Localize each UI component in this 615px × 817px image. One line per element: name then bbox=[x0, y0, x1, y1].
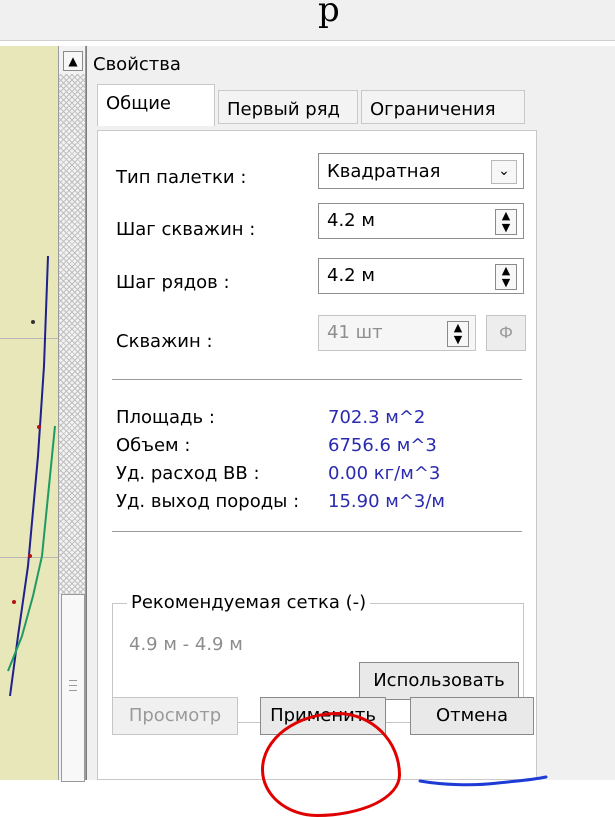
tab-content: Тип палетки : Квадратная ⌄ Шаг скважин :… bbox=[97, 130, 548, 817]
preview-button: Просмотр bbox=[112, 697, 238, 735]
top-text: р bbox=[318, 0, 340, 30]
map-marker bbox=[37, 425, 41, 429]
map-marker bbox=[28, 554, 32, 558]
tab-first-row[interactable]: Первый ряд bbox=[218, 90, 358, 124]
map-view[interactable] bbox=[0, 46, 59, 780]
map-point bbox=[31, 320, 35, 324]
properties-panel: Свойства Общие Первый ряд Ограничения Ти… bbox=[86, 46, 615, 817]
explosive-consumption-label: Уд. расход ВВ : bbox=[116, 463, 260, 484]
chevron-down-icon[interactable]: ⌄ bbox=[491, 160, 517, 184]
spin-down-icon[interactable]: ▼ bbox=[496, 277, 516, 289]
divider bbox=[112, 531, 522, 532]
fix-wells-button: Ф bbox=[486, 315, 526, 351]
explosive-consumption-value: 0.00 кг/м^3 bbox=[328, 463, 441, 484]
wells-value: 41 шт bbox=[327, 322, 383, 343]
palette-type-value: Квадратная bbox=[327, 161, 441, 182]
volume-label: Объем : bbox=[116, 435, 191, 456]
row-step-spinbox[interactable]: 4.2 м ▲ ▼ bbox=[318, 258, 524, 294]
area-label: Площадь : bbox=[116, 407, 215, 428]
scroll-thumb[interactable] bbox=[61, 594, 85, 782]
cancel-button[interactable]: Отмена bbox=[410, 697, 534, 735]
scroll-track[interactable] bbox=[59, 74, 85, 594]
rock-yield-value: 15.90 м^3/м bbox=[328, 491, 446, 512]
scroll-grip-line bbox=[69, 690, 77, 691]
area-value: 702.3 м^2 bbox=[328, 407, 426, 428]
wells-spin-buttons: ▲ ▼ bbox=[447, 321, 469, 347]
scroll-up-button[interactable]: ▲ bbox=[63, 51, 83, 71]
use-recommended-button[interactable]: Использовать bbox=[359, 662, 519, 700]
scroll-grip-line bbox=[69, 680, 77, 681]
rock-yield-label: Уд. выход породы : bbox=[116, 491, 300, 512]
tab-general[interactable]: Общие bbox=[97, 84, 215, 126]
palette-type-label: Тип палетки : bbox=[116, 167, 247, 188]
volume-value: 6756.6 м^3 bbox=[328, 435, 437, 456]
well-step-value: 4.2 м bbox=[327, 210, 375, 231]
map-lines-svg bbox=[7, 255, 56, 697]
wells-label: Скважин : bbox=[116, 331, 213, 352]
palette-type-select[interactable]: Квадратная ⌄ bbox=[318, 153, 524, 189]
spin-down-icon[interactable]: ▼ bbox=[496, 222, 516, 234]
map-green-line bbox=[7, 425, 56, 672]
well-step-spin-buttons[interactable]: ▲ ▼ bbox=[495, 209, 517, 235]
vertical-scrollbar[interactable]: ▲ bbox=[58, 46, 86, 782]
cancel-underline-annotation bbox=[418, 775, 548, 787]
well-step-label: Шаг скважин : bbox=[116, 219, 256, 240]
map-marker bbox=[12, 600, 16, 604]
wells-spinbox: 41 шт ▲ ▼ bbox=[318, 315, 476, 351]
panel-title: Свойства bbox=[93, 54, 181, 75]
row-step-spin-buttons[interactable]: ▲ ▼ bbox=[495, 264, 517, 290]
row-step-label: Шаг рядов : bbox=[116, 272, 230, 293]
top-strip bbox=[0, 0, 615, 41]
recommended-grid-title: Рекомендуемая сетка (-) bbox=[127, 592, 371, 613]
scroll-grip-line bbox=[69, 685, 77, 686]
cancel-underline-stroke bbox=[418, 775, 548, 787]
row-step-value: 4.2 м bbox=[327, 265, 375, 286]
map-blue-line bbox=[9, 255, 49, 697]
tab-constraints[interactable]: Ограничения bbox=[361, 90, 525, 124]
divider bbox=[112, 379, 522, 380]
well-step-spinbox[interactable]: 4.2 м ▲ ▼ bbox=[318, 203, 524, 239]
spin-down-icon: ▼ bbox=[453, 333, 463, 346]
recommended-grid-range: 4.9 м - 4.9 м bbox=[129, 634, 243, 655]
